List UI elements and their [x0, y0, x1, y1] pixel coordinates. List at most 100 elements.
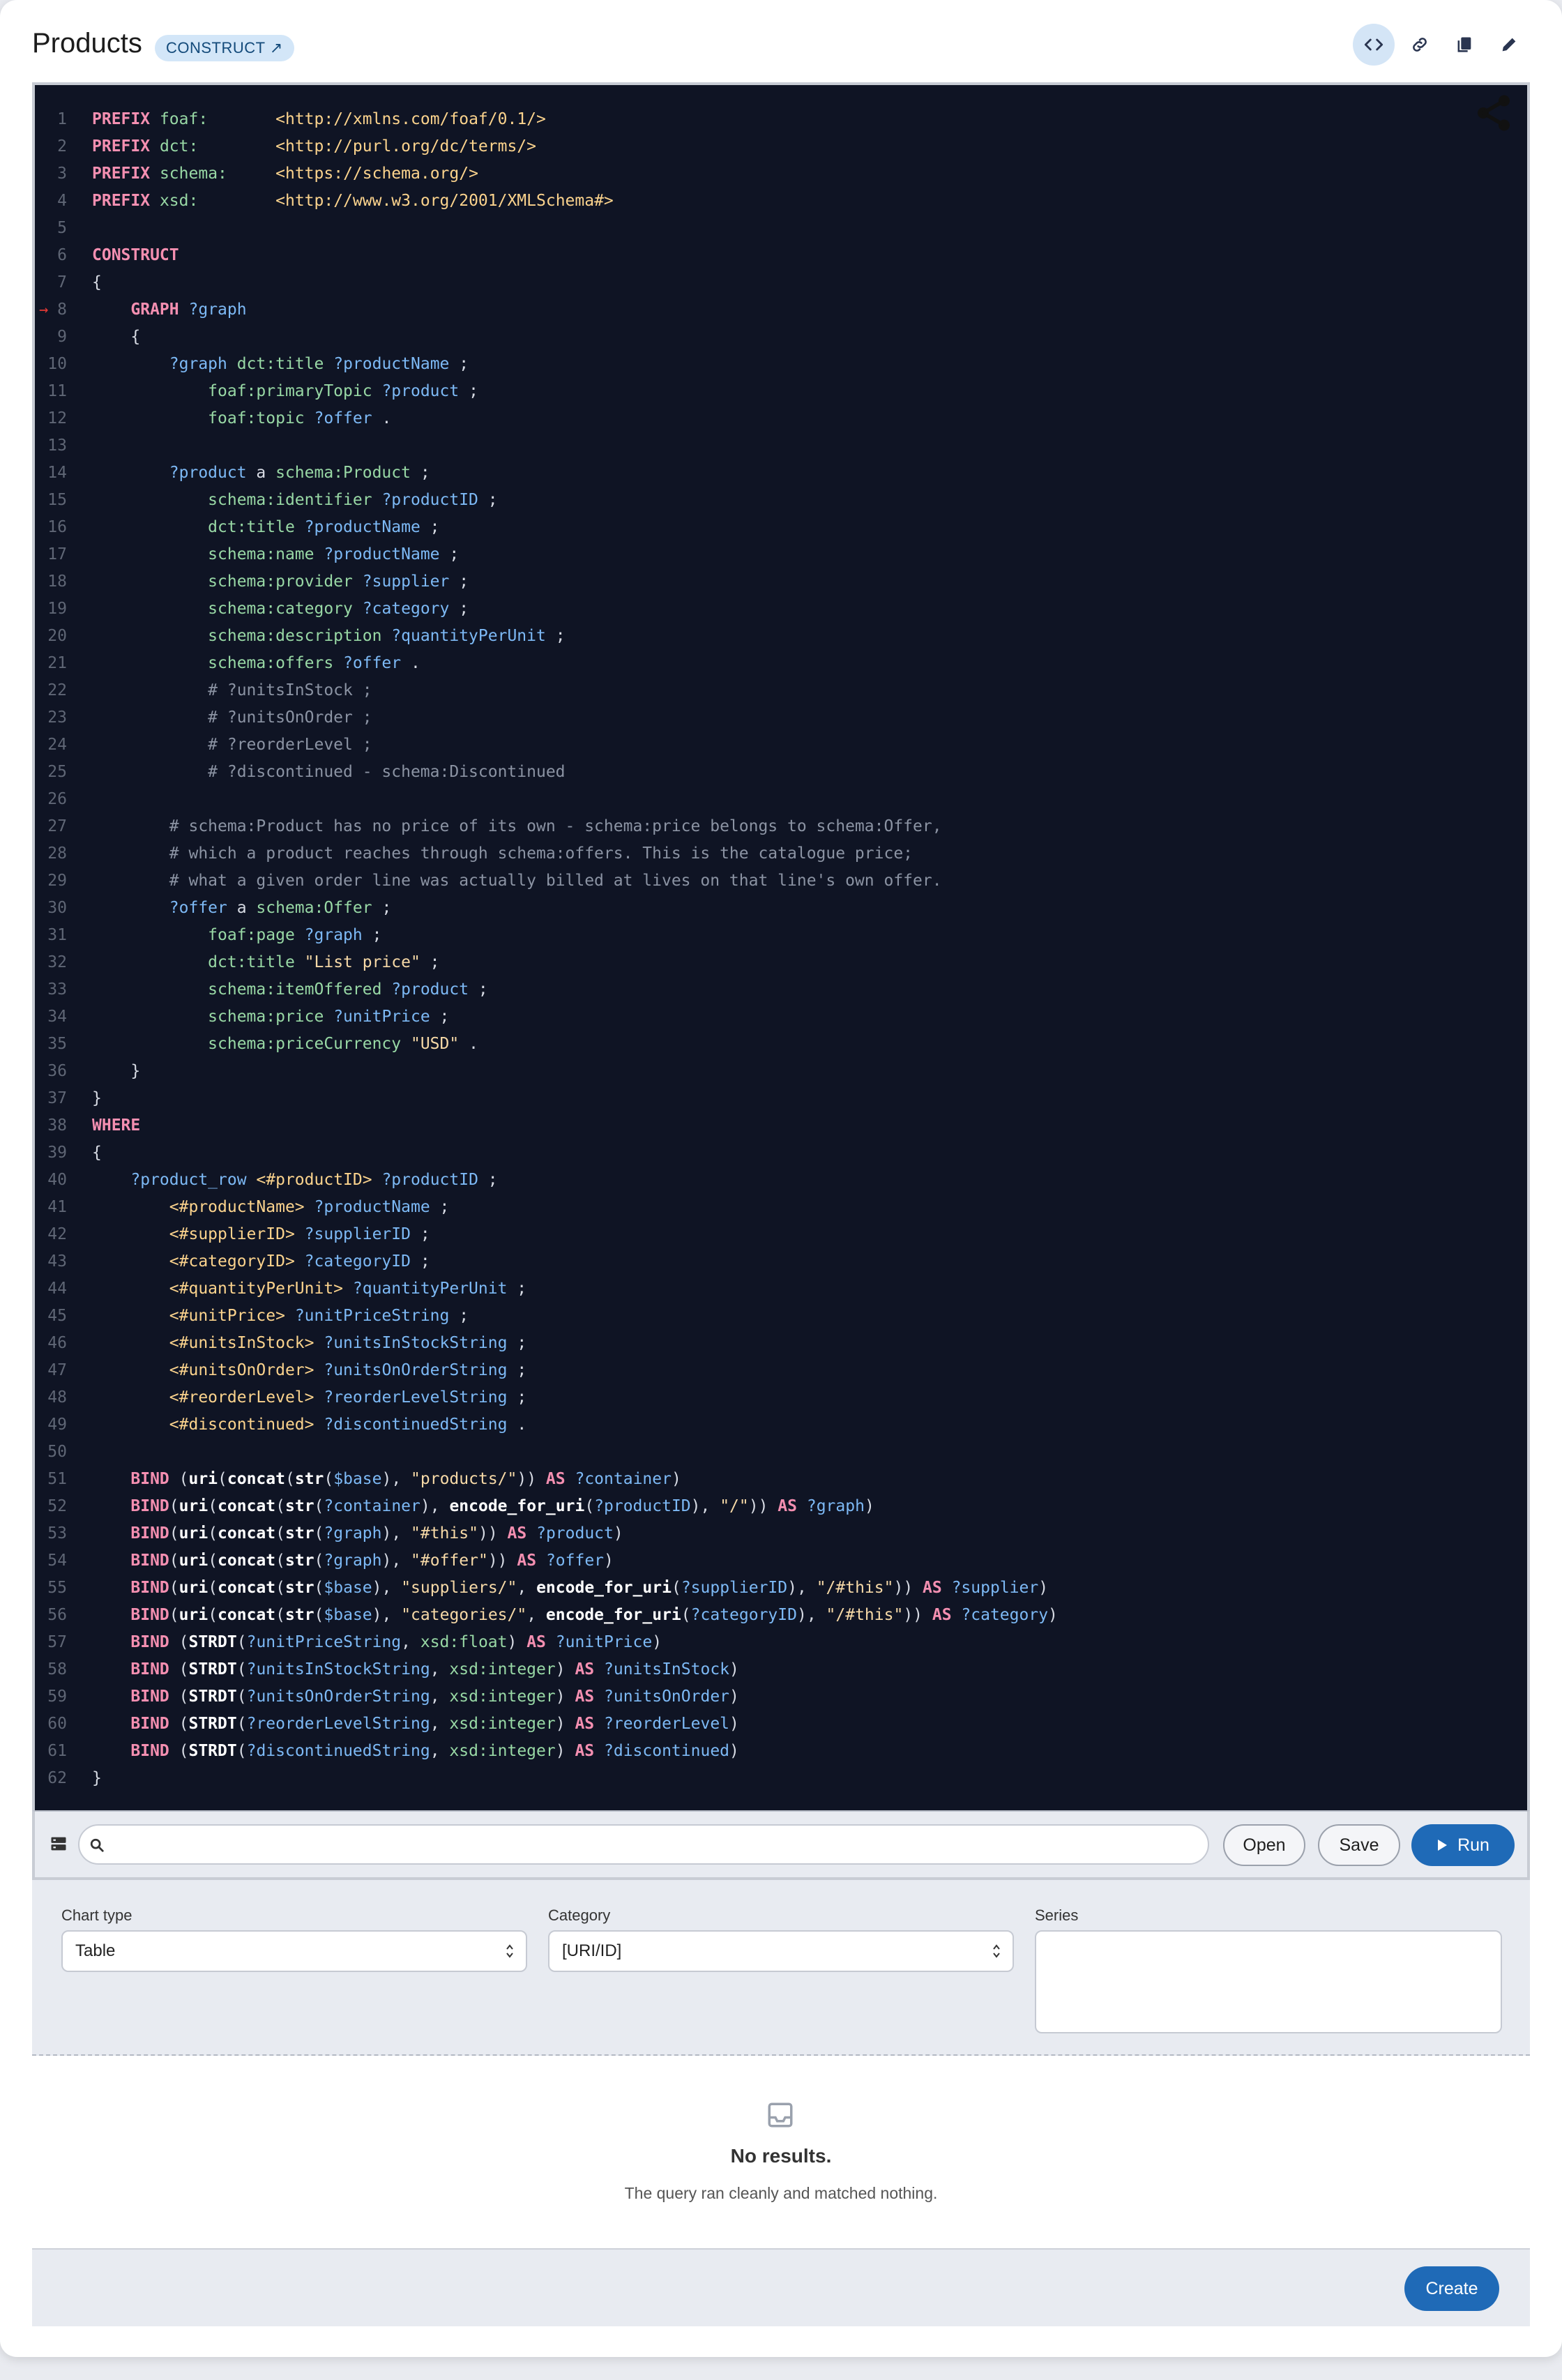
search-input[interactable]	[78, 1824, 1209, 1865]
pencil-icon	[1502, 38, 1516, 52]
code-line: 41 <#productName> ?productName ;	[35, 1194, 1527, 1221]
line-number: 16	[47, 518, 67, 536]
line-number: 41	[47, 1198, 67, 1216]
code-line: 51 BIND (uri(concat(str($base), "product…	[35, 1466, 1527, 1493]
code-editor[interactable]: 1 PREFIX foaf: <http://xmlns.com/foaf/0.1…	[32, 82, 1530, 1810]
code-line: 56 BIND(uri(concat(str($base), "categori…	[35, 1602, 1527, 1629]
line-number: 52	[47, 1497, 67, 1515]
line-number: 40	[47, 1171, 67, 1189]
code-line: 62}	[35, 1765, 1527, 1792]
edit-button[interactable]	[1488, 24, 1530, 66]
line-number: 35	[47, 1035, 67, 1053]
line-text: # schema:Product has no price of its own…	[169, 817, 942, 835]
line-number: 53	[47, 1524, 67, 1543]
line-text: BIND(uri(concat(str($base), "categories/…	[130, 1606, 1058, 1624]
code-line: 52 BIND(uri(concat(str(?container), enco…	[35, 1493, 1527, 1520]
line-number: 5	[57, 219, 67, 237]
code-line: 17 schema:name ?productName ;	[35, 541, 1527, 568]
line-number: 42	[47, 1225, 67, 1243]
code-line: 44 <#quantityPerUnit> ?quantityPerUnit ;	[35, 1275, 1527, 1303]
line-number: 21	[47, 654, 67, 672]
query-card: Products CONSTRUCT ↗ 1 PREFIX foaf: <http…	[0, 0, 1562, 2357]
line-number: 36	[47, 1062, 67, 1080]
code-line: 29 # what a given order line was actuall…	[35, 867, 1527, 895]
line-number: 39	[47, 1144, 67, 1162]
line-text: PREFIX dct: <http://purl.org/dc/terms/>	[92, 137, 536, 156]
code-line: 15 schema:identifier ?productID ;	[35, 487, 1527, 514]
code-line: 33 schema:itemOffered ?product ;	[35, 976, 1527, 1003]
line-text: schema:itemOffered ?product ;	[208, 980, 488, 999]
line-number: 19	[47, 600, 67, 618]
line-number: 34	[47, 1008, 67, 1026]
line-number: 10	[47, 355, 67, 373]
code-line: 50	[35, 1439, 1527, 1466]
category-label: Category	[548, 1907, 611, 1924]
line-number: 49	[47, 1416, 67, 1434]
select-arrows-icon	[993, 1944, 1000, 1958]
line-text: # ?unitsInStock ;	[208, 681, 372, 699]
code-line: 53 BIND(uri(concat(str(?graph), "#this")…	[35, 1520, 1527, 1547]
line-number: 18	[47, 573, 67, 591]
database-icon[interactable]	[49, 1834, 68, 1854]
series-select[interactable]	[1035, 1930, 1502, 2033]
line-text: # ?reorderLevel ;	[208, 736, 372, 754]
code-lines: 1 PREFIX foaf: <http://xmlns.com/foaf/0.1…	[35, 106, 1527, 1792]
line-text: <#unitsInStock> ?unitsInStockString ;	[169, 1334, 527, 1352]
code-line: 7{	[35, 269, 1527, 296]
code-line: 12 foaf:topic ?offer .	[35, 405, 1527, 432]
chart-config: Chart type Table Category [URI/ID] Serie…	[32, 1880, 1530, 2056]
line-text: BIND (STRDT(?unitsInStockString, xsd:int…	[130, 1660, 739, 1678]
line-text: <#unitsOnOrder> ?unitsOnOrderString ;	[169, 1361, 527, 1379]
line-text: <#categoryID> ?categoryID ;	[169, 1252, 430, 1271]
code-line: 24 # ?reorderLevel ;	[35, 732, 1527, 759]
create-button[interactable]: Create	[1404, 2266, 1499, 2311]
category-select[interactable]: [URI/ID]	[548, 1930, 1014, 1972]
open-button[interactable]: Open	[1223, 1824, 1305, 1866]
line-number: 61	[47, 1742, 67, 1760]
line-text: {	[92, 328, 141, 346]
line-number: 37	[47, 1089, 67, 1107]
line-number: 3	[57, 165, 67, 183]
line-text: PREFIX foaf: <http://xmlns.com/foaf/0.1/…	[92, 110, 546, 128]
line-text: {	[92, 1144, 102, 1162]
line-text: WHERE	[92, 1116, 141, 1135]
link-button[interactable]	[1399, 24, 1441, 66]
code-line: 3 PREFIX schema: <https://schema.org/>	[35, 160, 1527, 188]
line-number: 47	[47, 1361, 67, 1379]
line-text: BIND (uri(concat(str($base), "products/"…	[130, 1470, 681, 1488]
line-number: 32	[47, 953, 67, 971]
line-number: 59	[47, 1688, 67, 1706]
line-number: 9	[57, 328, 67, 346]
code-line: 27 # schema:Product has no price of its …	[35, 813, 1527, 840]
line-number: 51	[47, 1470, 67, 1488]
line-number: 62	[47, 1769, 67, 1787]
save-button[interactable]: Save	[1318, 1824, 1400, 1866]
line-number: 46	[47, 1334, 67, 1352]
line-text: foaf:topic ?offer .	[208, 409, 392, 427]
inbox-icon	[768, 2102, 793, 2128]
line-text: CONSTRUCT	[92, 246, 179, 264]
line-text: schema:provider ?supplier ;	[208, 573, 469, 591]
code-line: 22 # ?unitsInStock ;	[35, 677, 1527, 704]
code-line: 13	[35, 432, 1527, 460]
line-number: 60	[47, 1715, 67, 1733]
copy-button[interactable]	[1443, 24, 1485, 66]
line-number: 24	[47, 736, 67, 754]
line-number: 31	[47, 926, 67, 944]
code-line: 6 CONSTRUCT	[35, 242, 1527, 269]
line-text: foaf:primaryTopic ?product ;	[208, 382, 478, 400]
chart-type-select[interactable]: Table	[61, 1930, 527, 1972]
line-text: # ?unitsOnOrder ;	[208, 708, 372, 727]
line-text: dct:title "List price" ;	[208, 953, 440, 971]
line-number: 33	[47, 980, 67, 999]
run-button[interactable]: Run	[1411, 1824, 1515, 1866]
code-view-button[interactable]	[1353, 24, 1395, 66]
code-line: 35 schema:priceCurrency "USD" .	[35, 1031, 1527, 1058]
line-number: 57	[47, 1633, 67, 1651]
line-text: BIND(uri(concat(str(?graph), "#this")) A…	[130, 1524, 623, 1543]
line-number: 23	[47, 708, 67, 727]
line-text: PREFIX schema: <https://schema.org/>	[92, 165, 478, 183]
line-number: 29	[47, 872, 67, 890]
query-type-badge[interactable]: CONSTRUCT ↗	[155, 35, 294, 61]
code-line: → 8 GRAPH ?graph	[35, 296, 1527, 324]
